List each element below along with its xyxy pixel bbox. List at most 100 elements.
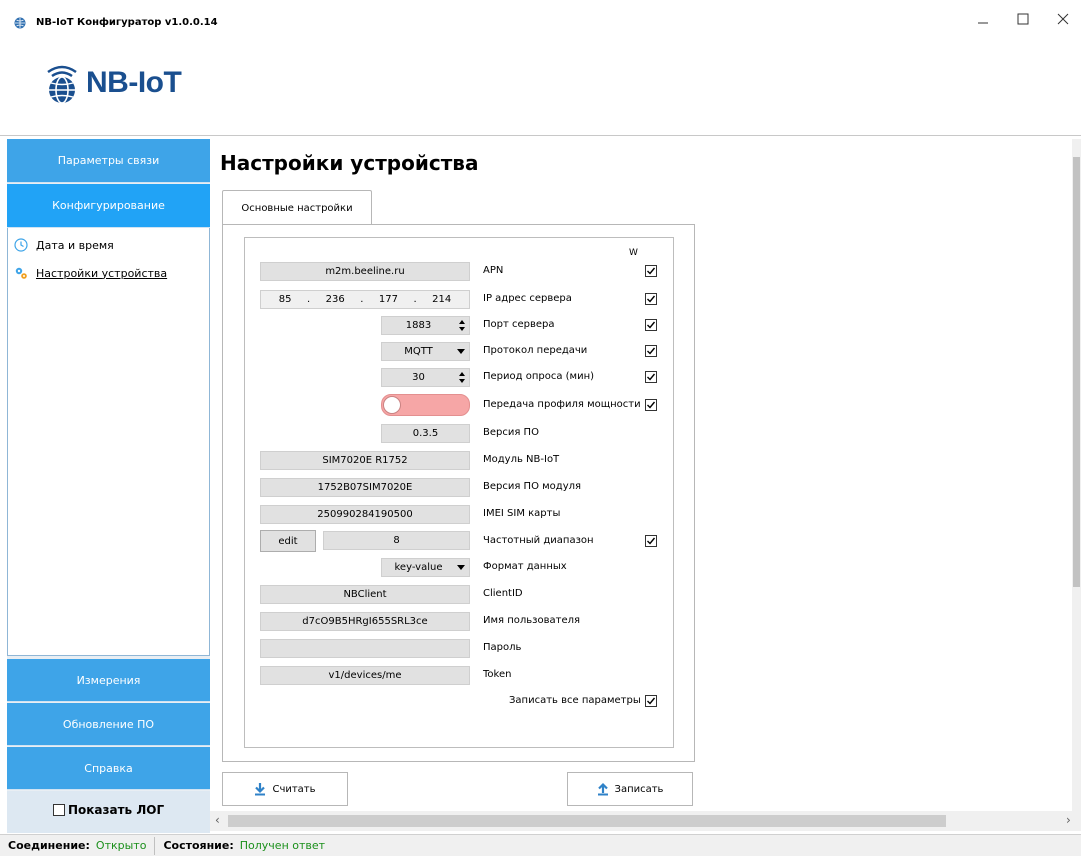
scrollbar-thumb[interactable]: [1073, 157, 1080, 587]
fw-version-field: 0.3.5: [381, 424, 470, 443]
username-label: Имя пользователя: [483, 615, 581, 626]
minimize-icon: [978, 22, 988, 24]
maximize-icon: [1017, 13, 1029, 25]
data-format-select[interactable]: key-value: [381, 558, 470, 577]
title-bar: NB-IoT Конфигуратор v1.0.0.14: [0, 0, 1081, 40]
poll-period-write-checkbox[interactable]: [645, 371, 657, 383]
band-edit-button[interactable]: edit: [260, 530, 316, 552]
checkbox-box: [53, 804, 65, 816]
status-bar: Соединение: Открыто Состояние: Получен о…: [0, 834, 1081, 856]
dropdown-arrow-icon: [457, 349, 465, 354]
ip-dot: .: [360, 294, 364, 305]
sidebar-item-date-time[interactable]: Дата и время: [14, 238, 114, 252]
port-write-checkbox[interactable]: [645, 319, 657, 331]
nav-firmware-update[interactable]: Обновление ПО: [7, 703, 210, 746]
apn-write-checkbox[interactable]: [645, 265, 657, 277]
ip-octet-3: 177: [378, 294, 398, 305]
username-field[interactable]: d7cO9B5HRgI655SRL3ce: [260, 612, 470, 631]
protocol-write-checkbox[interactable]: [645, 345, 657, 357]
protocol-label: Протокол передачи: [483, 345, 588, 356]
ip-dot: .: [413, 294, 417, 305]
imei-sim-field: 250990284190500: [260, 505, 470, 524]
poll-period-value: 30: [412, 372, 425, 383]
token-label: Token: [483, 669, 512, 680]
port-value: 1883: [405, 320, 432, 331]
page-title: Настройки устройства: [220, 151, 479, 175]
ip-dot: .: [306, 294, 311, 305]
fw-version-label: Версия ПО: [483, 427, 539, 438]
apn-field[interactable]: m2m.beeline.ru: [260, 262, 470, 281]
spin-arrows-icon[interactable]: [457, 318, 467, 333]
module-fw-label: Версия ПО модуля: [483, 481, 582, 492]
main-content: Настройки устройства Основные настройки …: [210, 139, 1072, 833]
app-icon: [14, 17, 26, 29]
clock-icon: [14, 238, 28, 252]
scroll-right-icon[interactable]: ›: [1066, 813, 1071, 827]
ip-label: IP адрес сервера: [483, 293, 572, 304]
ip-address-field[interactable]: 85 . 236 . 177 . 214: [260, 290, 470, 309]
horizontal-scrollbar[interactable]: ‹ ›: [210, 811, 1081, 831]
read-button[interactable]: Считать: [222, 772, 348, 806]
checkmark-icon: [647, 347, 656, 355]
nav-measurements[interactable]: Измерения: [7, 659, 210, 702]
ip-octet-4: 214: [432, 294, 452, 305]
logo: NB-IoT: [40, 62, 190, 112]
dropdown-arrow-icon: [457, 565, 465, 570]
scrollbar-thumb[interactable]: [228, 815, 946, 827]
read-button-label: Считать: [272, 783, 316, 795]
power-profile-write-checkbox[interactable]: [645, 399, 657, 411]
apn-label: APN: [483, 265, 504, 276]
scroll-left-icon[interactable]: ‹: [215, 813, 220, 827]
upload-arrow-icon: [597, 782, 608, 796]
sidebar-item-label: Дата и время: [36, 238, 114, 252]
checkmark-icon: [647, 697, 656, 705]
nav-connection-params[interactable]: Параметры связи: [7, 139, 210, 183]
port-spinbox[interactable]: 1883: [381, 316, 470, 335]
power-profile-toggle[interactable]: [381, 394, 470, 416]
download-arrow-icon: [255, 783, 266, 796]
sidebar-item-device-settings[interactable]: Настройки устройства: [14, 266, 167, 280]
band-label: Частотный диапазон: [483, 535, 594, 546]
sidebar: Параметры связи Конфигурирование Дата и …: [7, 139, 210, 833]
ip-octet-2: 236: [325, 294, 345, 305]
write-button[interactable]: Записать: [567, 772, 693, 806]
protocol-value: MQTT: [404, 346, 433, 357]
write-button-label: Записать: [614, 783, 664, 795]
protocol-select[interactable]: MQTT: [381, 342, 470, 361]
checkmark-icon: [647, 401, 656, 409]
poll-period-spinbox[interactable]: 30: [381, 368, 470, 387]
minimize-button[interactable]: [963, 4, 1003, 34]
logo-text: NB-IoT: [86, 66, 182, 99]
nav-configuration[interactable]: Конфигурирование: [7, 184, 210, 228]
connection-key: Соединение:: [8, 839, 90, 852]
checkmark-icon: [647, 537, 656, 545]
ip-write-checkbox[interactable]: [645, 293, 657, 305]
band-write-checkbox[interactable]: [645, 535, 657, 547]
write-all-checkbox[interactable]: [645, 695, 657, 707]
token-field[interactable]: v1/devices/me: [260, 666, 470, 685]
spin-arrows-icon[interactable]: [457, 370, 467, 385]
vertical-scrollbar[interactable]: [1072, 139, 1081, 811]
write-column-header: W: [629, 248, 638, 258]
close-button[interactable]: [1043, 4, 1081, 34]
checkmark-icon: [647, 295, 656, 303]
show-log-checkbox[interactable]: Показать ЛОГ: [53, 803, 164, 817]
sidebar-item-label: Настройки устройства: [36, 266, 168, 280]
nav-help[interactable]: Справка: [7, 747, 210, 790]
password-field[interactable]: [260, 639, 470, 658]
password-label: Пароль: [483, 642, 522, 653]
module-fw-field: 1752B07SIM7020E: [260, 478, 470, 497]
module-label: Модуль NB-IoT: [483, 454, 560, 465]
window-title: NB-IoT Конфигуратор v1.0.0.14: [36, 17, 218, 28]
band-field[interactable]: 8: [323, 531, 470, 550]
gears-icon: [15, 267, 27, 279]
tab-basic-settings[interactable]: Основные настройки: [222, 190, 372, 225]
data-format-value: key-value: [394, 562, 443, 573]
write-all-label: Записать все параметры: [509, 695, 641, 706]
client-id-field[interactable]: NBClient: [260, 585, 470, 604]
connection-status: Соединение: Открыто: [0, 835, 154, 856]
maximize-button[interactable]: [1003, 4, 1043, 34]
imei-sim-label: IMEI SIM карты: [483, 508, 561, 519]
module-field: SIM7020E R1752: [260, 451, 470, 470]
port-label: Порт сервера: [483, 319, 555, 330]
